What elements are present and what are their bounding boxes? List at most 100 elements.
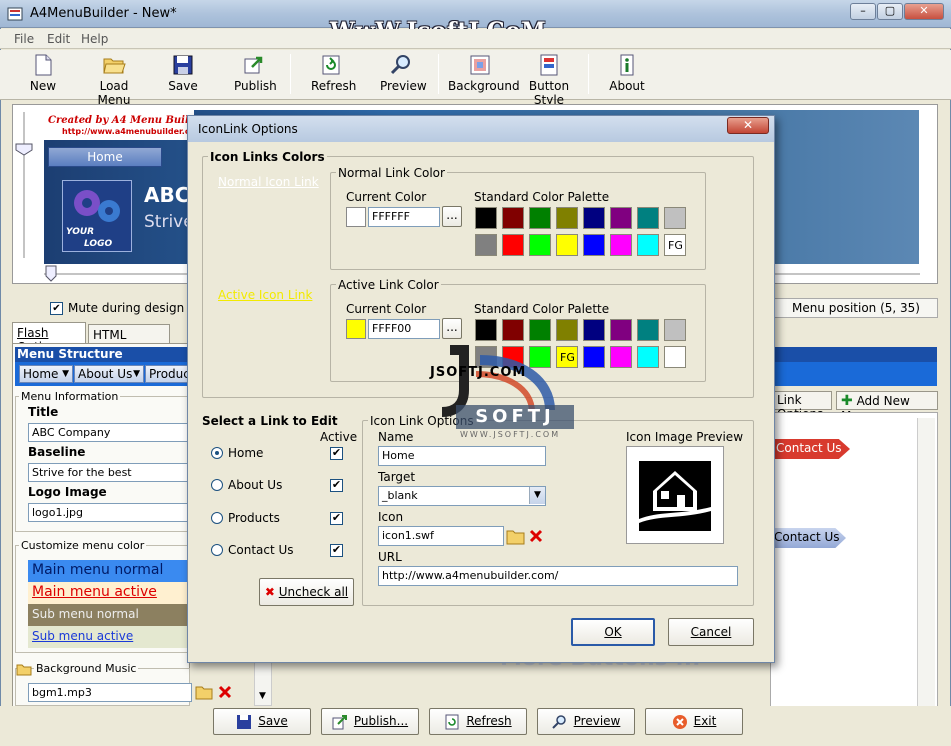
- uncheck-all-button[interactable]: ✖ Uncheck all: [259, 578, 354, 606]
- active-palette-cell[interactable]: [475, 319, 497, 341]
- active-link-color-legend: Active Link Color: [336, 278, 441, 292]
- link-name-input[interactable]: Home: [378, 446, 546, 466]
- active-palette-cell[interactable]: [583, 319, 605, 341]
- browse-folder-icon[interactable]: [506, 527, 526, 545]
- delete-x-icon[interactable]: [528, 528, 544, 544]
- save-button[interactable]: Save: [213, 708, 311, 735]
- exit-button[interactable]: Exit: [645, 708, 743, 735]
- link-radio-home[interactable]: [211, 447, 223, 459]
- preview-toolbar-button[interactable]: Preview: [380, 53, 427, 97]
- normal-palette-cell[interactable]: [502, 234, 524, 256]
- load-menu-button[interactable]: Load Menu: [84, 53, 144, 107]
- about-toolbar-button[interactable]: About: [608, 53, 646, 97]
- publish-button[interactable]: Publish...: [321, 708, 419, 735]
- link-active-checkbox-contact[interactable]: ✔: [330, 544, 343, 557]
- link-options-button[interactable]: Link Options: [772, 391, 832, 421]
- fg-marker: FG: [668, 239, 683, 252]
- active-palette-cell[interactable]: [637, 319, 659, 341]
- normal-palette-cell[interactable]: [475, 207, 497, 229]
- refresh-button[interactable]: Refresh: [429, 708, 527, 735]
- refresh-toolbar-button[interactable]: Refresh: [311, 53, 356, 97]
- main-active-swatch[interactable]: Main menu active: [28, 582, 188, 604]
- normal-palette-cell[interactable]: [529, 207, 551, 229]
- baseline-input[interactable]: Strive for the best: [28, 463, 188, 482]
- about-toolbar-label: About: [609, 79, 645, 93]
- minimize-button[interactable]: –: [850, 3, 876, 20]
- normal-color-input[interactable]: FFFFFF: [368, 207, 440, 227]
- background-toolbar-button[interactable]: Background: [448, 53, 520, 97]
- normal-palette-cell[interactable]: FG: [664, 234, 686, 256]
- preview-button[interactable]: Preview: [537, 708, 635, 735]
- normal-palette-cell[interactable]: [583, 234, 605, 256]
- active-palette-cell[interactable]: [583, 346, 605, 368]
- active-palette-cell[interactable]: [637, 346, 659, 368]
- tab-flash-options[interactable]: Flash Options: [12, 322, 86, 354]
- structure-item-product[interactable]: Product: [145, 365, 195, 383]
- structure-item-home[interactable]: Home ▼: [19, 365, 73, 383]
- normal-palette-cell[interactable]: [583, 207, 605, 229]
- active-palette-cell[interactable]: [502, 319, 524, 341]
- normal-palette-cell[interactable]: [556, 207, 578, 229]
- link-radio-contact[interactable]: [211, 544, 223, 556]
- active-palette-cell[interactable]: [610, 346, 632, 368]
- menu-help[interactable]: Help: [81, 32, 108, 46]
- close-window-button[interactable]: ✕: [904, 3, 944, 20]
- structure-item-label: About Us: [78, 367, 133, 381]
- active-color-browse-button[interactable]: ...: [442, 318, 462, 339]
- save-toolbar-button[interactable]: Save: [166, 53, 200, 97]
- background-music-input[interactable]: bgm1.mp3: [28, 683, 192, 702]
- active-palette-cell[interactable]: [664, 319, 686, 341]
- active-palette-cell[interactable]: [556, 319, 578, 341]
- right-scrollbar[interactable]: [917, 418, 935, 706]
- main-normal-swatch[interactable]: Main menu normal: [28, 560, 188, 582]
- link-radio-products[interactable]: [211, 512, 223, 524]
- sub-normal-swatch[interactable]: Sub menu normal: [28, 604, 188, 626]
- scroll-down-icon: ▼: [259, 691, 266, 701]
- active-palette-cell[interactable]: [610, 319, 632, 341]
- normal-palette-cell[interactable]: [556, 234, 578, 256]
- normal-palette-cell[interactable]: [610, 234, 632, 256]
- mute-checkbox[interactable]: ✔: [50, 302, 63, 315]
- target-select[interactable]: _blank ▼: [378, 486, 546, 506]
- normal-palette-cell[interactable]: [637, 207, 659, 229]
- contact-us-active-button[interactable]: Contact Us: [770, 439, 850, 459]
- delete-x-icon[interactable]: [217, 684, 233, 700]
- menu-edit[interactable]: Edit: [47, 32, 70, 46]
- active-palette-cell[interactable]: [664, 346, 686, 368]
- new-button[interactable]: New: [24, 53, 62, 97]
- icon-file-input[interactable]: icon1.swf: [378, 526, 504, 546]
- cancel-button[interactable]: Cancel: [668, 618, 754, 646]
- active-color-input[interactable]: FFFF00: [368, 319, 440, 339]
- active-palette-cell[interactable]: [529, 319, 551, 341]
- link-radio-about[interactable]: [211, 479, 223, 491]
- publish-toolbar-button[interactable]: Publish: [234, 53, 277, 97]
- link-active-checkbox-home[interactable]: ✔: [330, 447, 343, 460]
- link-active-checkbox-products[interactable]: ✔: [330, 512, 343, 525]
- sub-active-swatch[interactable]: Sub menu active: [28, 626, 188, 648]
- normal-palette-cell[interactable]: [664, 207, 686, 229]
- ok-button[interactable]: OK: [571, 618, 655, 646]
- url-input[interactable]: http://www.a4menubuilder.com/: [378, 566, 738, 586]
- normal-palette-cell[interactable]: [529, 234, 551, 256]
- middle-scrollbar[interactable]: ▼: [254, 660, 272, 706]
- structure-item-about[interactable]: About Us ▼: [74, 365, 144, 383]
- add-new-menu-button[interactable]: ✚ Add New Menu: [836, 391, 938, 423]
- vertical-slider[interactable]: [14, 110, 34, 260]
- normal-palette-cell[interactable]: [610, 207, 632, 229]
- dialog-close-button[interactable]: ✕: [727, 117, 769, 134]
- icon-image-preview-label: Icon Image Preview: [626, 430, 744, 444]
- normal-palette-cell[interactable]: [475, 234, 497, 256]
- normal-palette-cell[interactable]: [502, 207, 524, 229]
- normal-palette-cell[interactable]: [637, 234, 659, 256]
- maximize-button[interactable]: ▢: [877, 3, 903, 20]
- contact-us-normal-button[interactable]: Contact Us: [770, 528, 846, 548]
- browse-folder-icon[interactable]: [195, 684, 213, 700]
- link-active-checkbox-about[interactable]: ✔: [330, 479, 343, 492]
- normal-color-browse-button[interactable]: ...: [442, 206, 462, 227]
- normal-current-color-label: Current Color: [346, 190, 427, 204]
- button-style-toolbar-button[interactable]: Button Style: [518, 53, 580, 107]
- menu-file[interactable]: File: [14, 32, 34, 46]
- title-input[interactable]: ABC Company: [28, 423, 188, 442]
- preview-home-button[interactable]: Home: [48, 147, 162, 167]
- logo-image-input[interactable]: logo1.jpg: [28, 503, 188, 522]
